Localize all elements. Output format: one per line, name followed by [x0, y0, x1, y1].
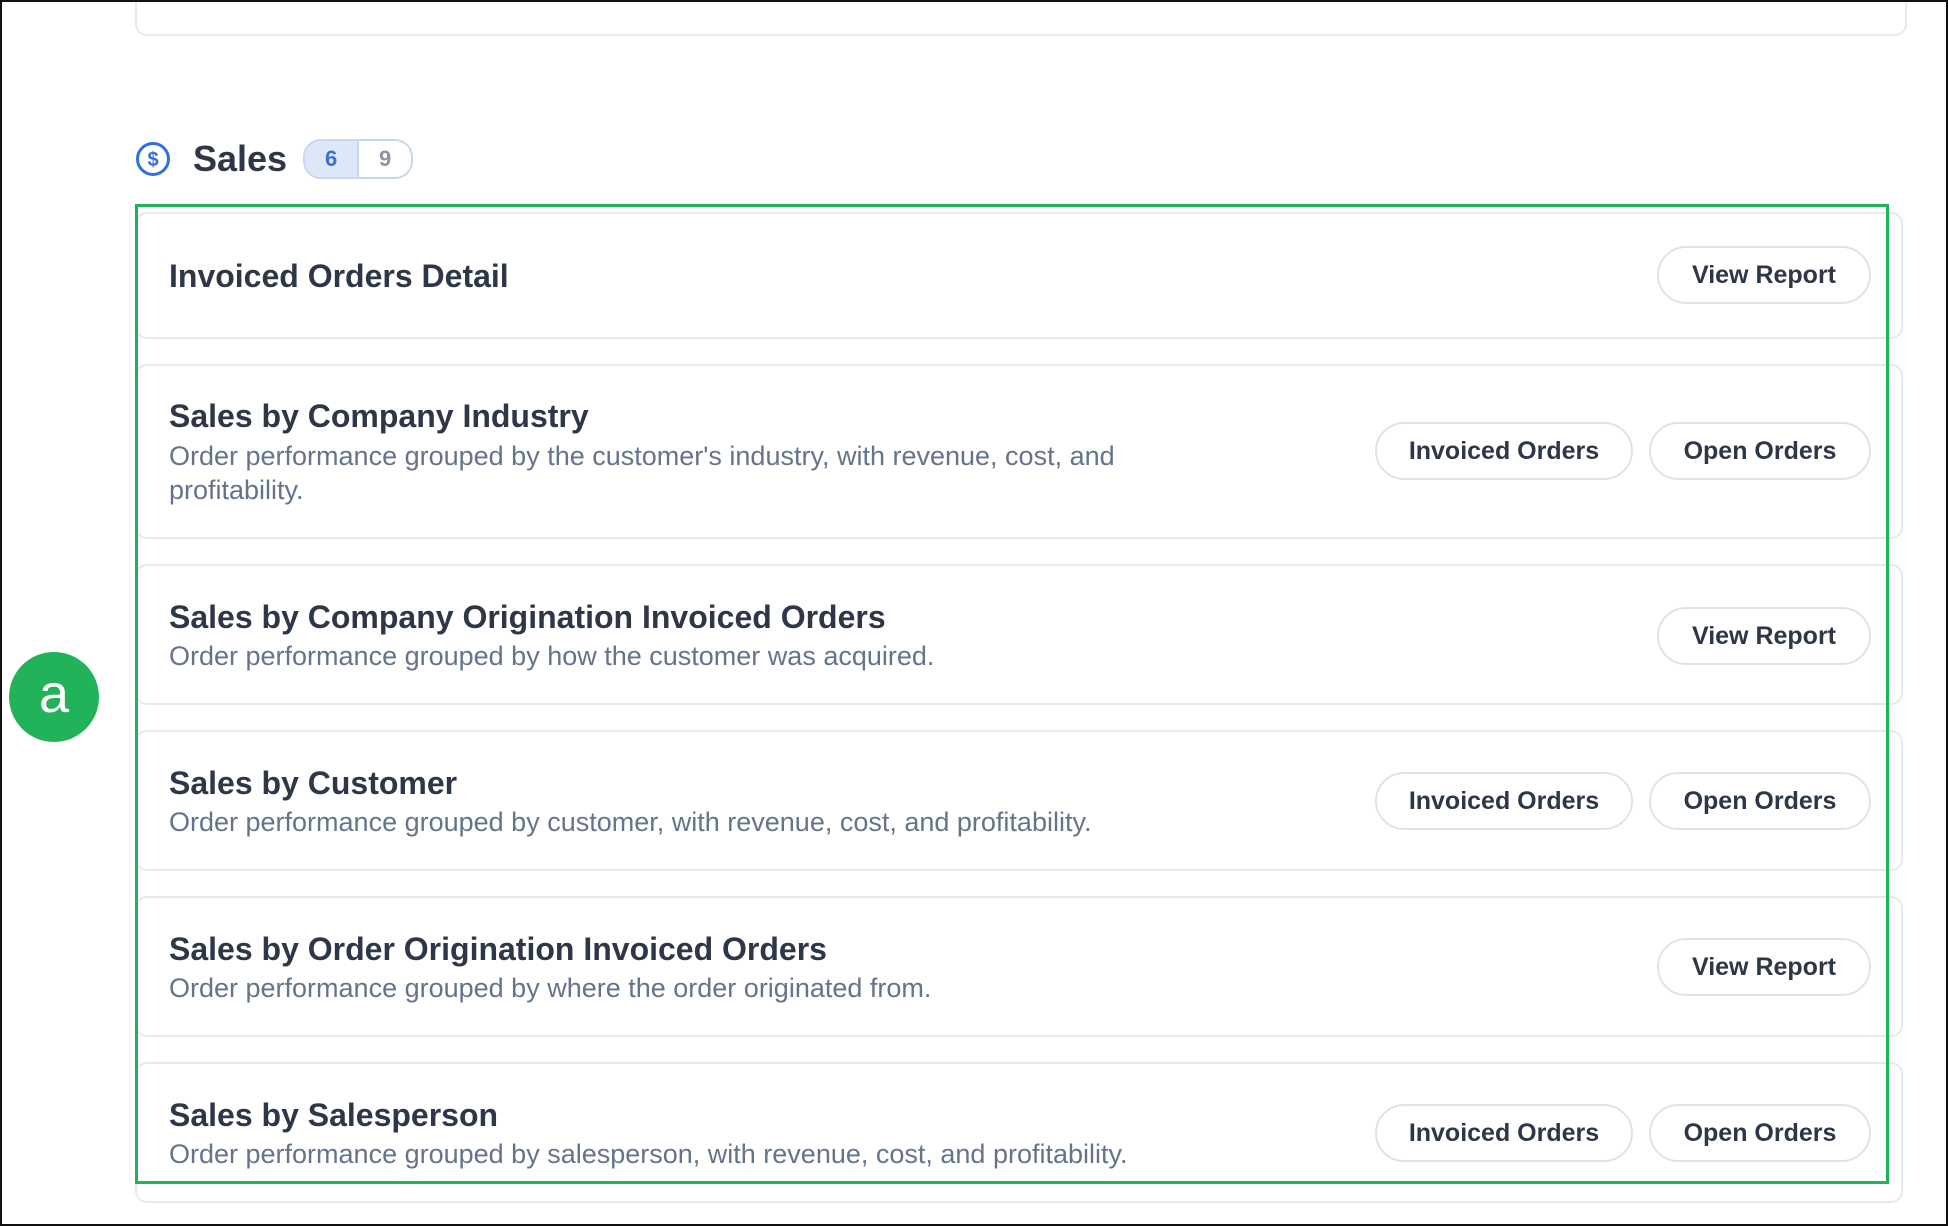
report-title: Sales by Salesperson — [169, 1097, 499, 1133]
open-orders-button[interactable]: Open Orders — [1649, 772, 1871, 830]
count-badge: 6 9 — [303, 139, 414, 179]
report-title: Sales by Company Origination Invoiced Or… — [169, 599, 886, 635]
report-card: Invoiced Orders Detail View Report — [135, 212, 1903, 339]
open-orders-button[interactable]: Open Orders — [1649, 422, 1871, 480]
report-card: Sales by Salesperson Order performance g… — [135, 1062, 1903, 1203]
section-title: Sales — [193, 138, 288, 179]
view-report-button[interactable]: View Report — [1657, 607, 1871, 665]
screenshot-frame: $ Sales 6 9 Invoiced Orders Detail View … — [0, 0, 1948, 1226]
open-orders-button[interactable]: Open Orders — [1649, 1104, 1871, 1162]
invoiced-orders-button[interactable]: Invoiced Orders — [1375, 772, 1633, 830]
report-title: Sales by Company Industry — [169, 398, 589, 434]
report-description: Order performance grouped by how the cus… — [169, 641, 935, 671]
view-report-button[interactable]: View Report — [1657, 246, 1871, 304]
view-report-button[interactable]: View Report — [1657, 938, 1871, 996]
report-description: Order performance grouped by the custome… — [169, 441, 1115, 505]
count-badge-secondary: 9 — [359, 141, 412, 177]
report-card: Sales by Customer Order performance grou… — [135, 730, 1903, 871]
dollar-circle-icon: $ — [135, 141, 171, 177]
invoiced-orders-button[interactable]: Invoiced Orders — [1375, 1104, 1633, 1162]
report-card: Sales by Company Industry Order performa… — [135, 364, 1903, 539]
report-title: Invoiced Orders Detail — [169, 258, 509, 294]
annotation-marker: a — [9, 652, 99, 742]
report-title: Sales by Customer — [169, 765, 458, 801]
previous-section-card — [135, 2, 1907, 36]
report-description: Order performance grouped by salesperson… — [169, 1139, 1128, 1169]
section-header: $ Sales 6 9 — [135, 138, 414, 180]
count-badge-primary: 6 — [305, 141, 360, 177]
report-description: Order performance grouped by where the o… — [169, 973, 932, 1003]
report-description: Order performance grouped by customer, w… — [169, 807, 1092, 837]
report-card: Sales by Company Origination Invoiced Or… — [135, 564, 1903, 705]
report-title: Sales by Order Origination Invoiced Orde… — [169, 931, 827, 967]
report-card: Sales by Order Origination Invoiced Orde… — [135, 896, 1903, 1037]
svg-text:$: $ — [147, 149, 158, 171]
invoiced-orders-button[interactable]: Invoiced Orders — [1375, 422, 1633, 480]
